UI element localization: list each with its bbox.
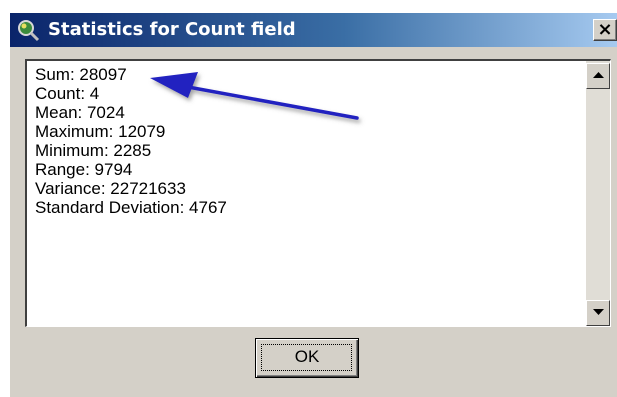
scroll-up-button[interactable]	[586, 63, 610, 89]
scroll-down-button[interactable]	[586, 300, 610, 326]
ok-button[interactable]: OK	[255, 338, 359, 378]
stat-mean: Mean: 7024	[35, 103, 125, 122]
stat-minimum: Minimum: 2285	[35, 141, 152, 160]
scroll-down-arrow-icon	[593, 309, 604, 315]
stat-sum: Sum: 28097	[35, 65, 127, 84]
scroll-up-arrow-icon	[593, 72, 604, 78]
vertical-scrollbar[interactable]	[586, 61, 610, 326]
ok-button-label: OK	[294, 347, 320, 366]
stat-count: Count: 4	[35, 84, 100, 103]
dialog-title: Statistics for Count field	[48, 19, 296, 40]
stat-standard-deviation: Standard Deviation: 4767	[35, 198, 227, 217]
close-button[interactable]: ×	[593, 19, 617, 41]
title-bar[interactable]: Statistics for Count field ×	[10, 13, 617, 47]
statistics-dialog: Statistics for Count field × Sum: 28097 …	[9, 12, 617, 397]
statistics-text-area[interactable]: Sum: 28097 Count: 4 Mean: 7024 Maximum: …	[25, 59, 611, 327]
stat-maximum: Maximum: 12079	[35, 122, 166, 141]
stat-variance: Variance: 22721633	[35, 179, 186, 198]
statistics-list: Sum: 28097 Count: 4 Mean: 7024 Maximum: …	[35, 65, 227, 217]
magnifier-globe-icon	[18, 20, 40, 42]
stat-range: Range: 9794	[35, 160, 133, 179]
